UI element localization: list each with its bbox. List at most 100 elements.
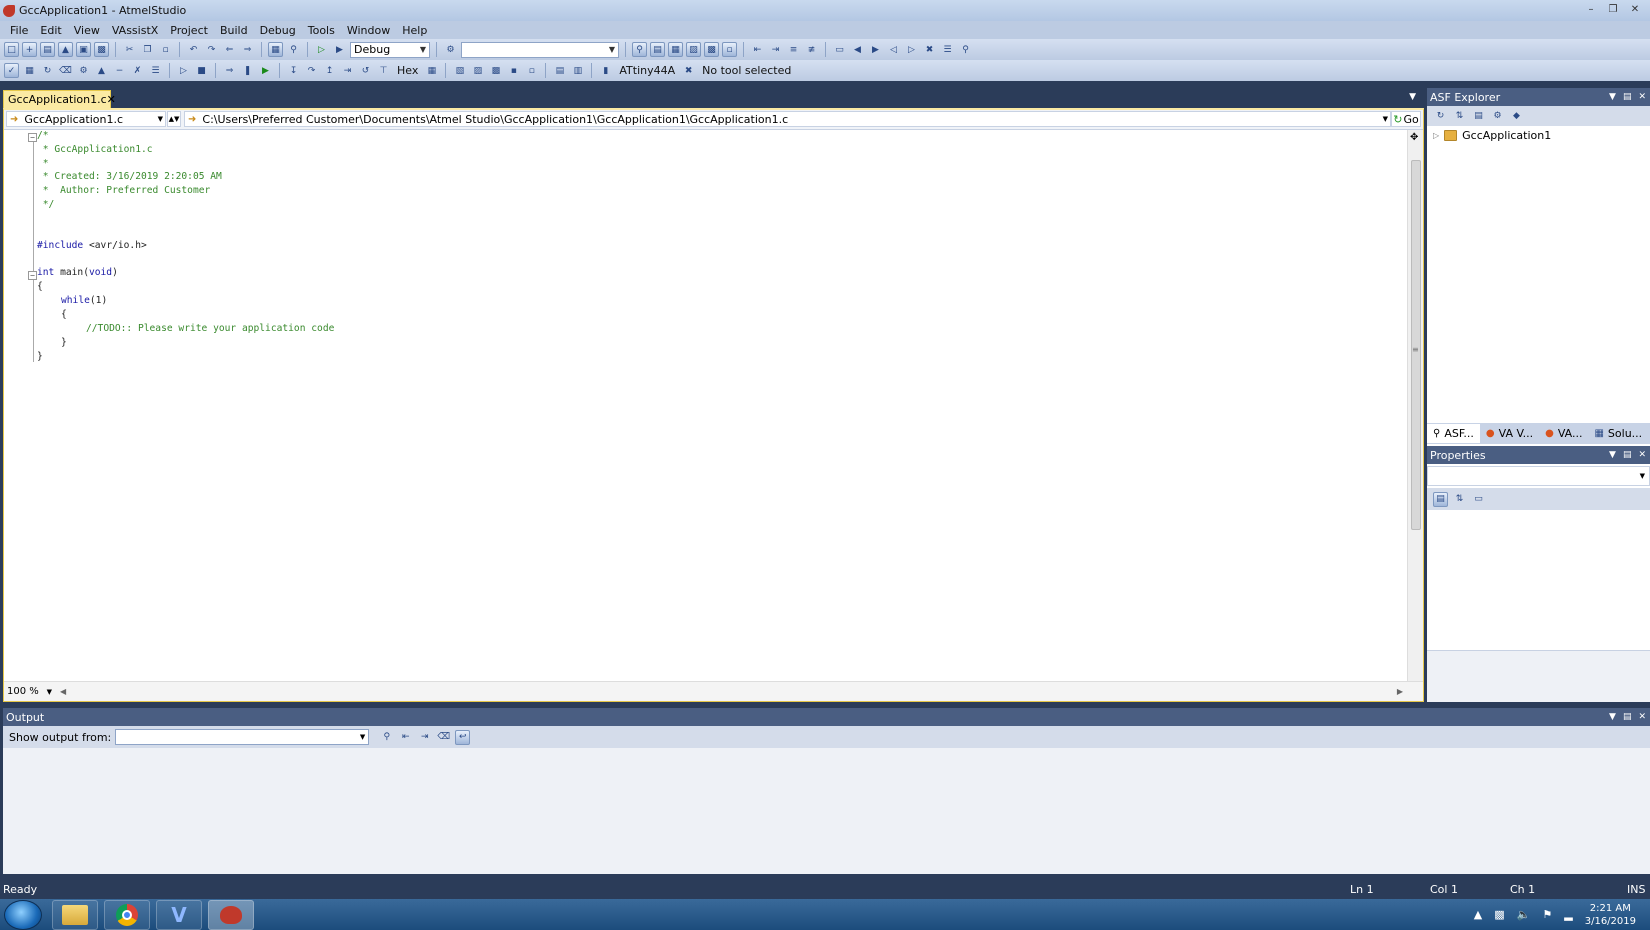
tab-va-view[interactable]: ● VA V...	[1480, 424, 1539, 443]
output-text-area[interactable]	[3, 748, 1650, 874]
toolbox-icon[interactable]: ▨	[686, 42, 701, 57]
deploy-icon[interactable]: ▲	[94, 63, 109, 78]
new-project-icon[interactable]: □	[4, 42, 19, 57]
property-pages-icon[interactable]: ▭	[1471, 492, 1486, 507]
paste-icon[interactable]: ▫	[158, 42, 173, 57]
find-in-files-icon[interactable]: ⚲	[632, 42, 647, 57]
refresh-icon[interactable]: ↻	[1433, 109, 1448, 124]
uncomment-icon[interactable]: ≢	[804, 42, 819, 57]
layout-icon[interactable]: ▤	[552, 63, 567, 78]
path-combo[interactable]: ➜ C:\Users\Preferred Customer\Documents\…	[184, 111, 1391, 127]
file-combo[interactable]: ➜ GccApplication1.c ▼	[6, 111, 166, 127]
word-wrap-icon[interactable]: ↩	[455, 729, 471, 745]
bookmark-prev-folder-icon[interactable]: ◁	[886, 42, 901, 57]
tab-dropdown-icon[interactable]: ▼	[1409, 92, 1416, 102]
taskbar-explorer[interactable]	[52, 900, 98, 930]
close-icon[interactable]: ✕	[1638, 712, 1646, 722]
taskbar-chrome[interactable]	[104, 900, 150, 930]
pin-icon[interactable]: ▤	[1623, 450, 1632, 460]
start-button[interactable]	[4, 900, 42, 930]
bookmark-prev-icon[interactable]: ◀	[850, 42, 865, 57]
code-text-area[interactable]: − − /* * GccApplication1.c * * Created: …	[4, 130, 1409, 682]
menu-file[interactable]: File	[4, 24, 34, 37]
build-options-icon[interactable]: ☰	[148, 63, 163, 78]
restart-icon[interactable]: ⊤	[376, 63, 391, 78]
collapse-comment-icon[interactable]: −	[28, 133, 37, 142]
device-label[interactable]: ATtiny44A	[616, 64, 678, 77]
start-debug-break-icon[interactable]: ▷	[176, 63, 191, 78]
tab-solution-explorer[interactable]: ▦ Solu...	[1588, 424, 1648, 443]
extension-manager-icon[interactable]: ▩	[704, 42, 719, 57]
stop-debugging-icon[interactable]: ■	[194, 63, 209, 78]
properties-icon[interactable]: ▤	[1471, 109, 1486, 124]
scroll-right-icon[interactable]: ▶	[1397, 687, 1403, 696]
clock[interactable]: 2:21 AM 3/16/2019	[1585, 902, 1636, 928]
volume-icon[interactable]: 🔈	[1517, 908, 1531, 921]
categorized-icon[interactable]: ▤	[1433, 491, 1448, 507]
solution-icon[interactable]: ▦	[268, 42, 283, 57]
windows-icon[interactable]: ▦	[424, 63, 439, 78]
processor-icon[interactable]: ▪	[506, 63, 521, 78]
output-source-combo[interactable]: ▼	[115, 729, 370, 745]
vertical-scrollbar[interactable]: ✥ ≡	[1407, 130, 1423, 682]
navigate-forward-icon[interactable]: ⇒	[240, 42, 255, 57]
hex-toggle[interactable]: Hex	[394, 64, 421, 77]
panel-menu-icon[interactable]: ▼	[1609, 450, 1616, 460]
menu-edit[interactable]: Edit	[34, 24, 67, 37]
tool-label[interactable]: No tool selected	[699, 64, 794, 77]
panel-menu-icon[interactable]: ▼	[1609, 92, 1616, 102]
cut-icon[interactable]: ✂	[122, 42, 137, 57]
tab-gccapplication1-c[interactable]: GccApplication1.c ✕	[3, 90, 116, 108]
menu-debug[interactable]: Debug	[254, 24, 302, 37]
build-solution-icon[interactable]: ▦	[22, 63, 37, 78]
build-icon[interactable]: ✓	[4, 63, 19, 78]
reset-icon[interactable]: ↺	[358, 63, 373, 78]
registers-icon[interactable]: ▨	[470, 63, 485, 78]
bookmark-list-icon[interactable]: ☰	[940, 42, 955, 57]
go-button[interactable]: ↻ Go	[1391, 111, 1421, 127]
bookmark-toggle-icon[interactable]: ▭	[832, 42, 847, 57]
menu-project[interactable]: Project	[164, 24, 214, 37]
taskbar-atmel-studio[interactable]	[208, 900, 254, 930]
cancel-build-icon[interactable]: ✗	[130, 63, 145, 78]
menu-tools[interactable]: Tools	[302, 24, 341, 37]
chip-icon[interactable]: ▮	[598, 63, 613, 78]
menu-window[interactable]: Window	[341, 24, 396, 37]
minimize-button[interactable]: –	[1582, 2, 1600, 16]
configuration-combo[interactable]: Debug ▼	[350, 41, 430, 58]
navigate-back-icon[interactable]: ⇐	[222, 42, 237, 57]
alphabetical-icon[interactable]: ⇅	[1452, 492, 1467, 507]
zoom-icon[interactable]: ⚲	[958, 42, 973, 57]
break-all-icon[interactable]: ❚	[240, 63, 255, 78]
pin-icon[interactable]: ▤	[1623, 92, 1632, 102]
clean-icon[interactable]: ⌫	[58, 63, 73, 78]
tool-icon[interactable]: ✖	[681, 63, 696, 78]
expand-arrow-icon[interactable]: ▷	[1433, 131, 1439, 140]
taskbar-visual-studio[interactable]: V	[156, 900, 202, 930]
watch-icon[interactable]: ▫	[524, 63, 539, 78]
compile-icon[interactable]: ⚙	[76, 63, 91, 78]
module-icon[interactable]: ⚙	[1490, 109, 1505, 124]
copy-icon[interactable]: ❐	[140, 42, 155, 57]
start-page-icon[interactable]: ▫	[722, 42, 737, 57]
wizard-icon[interactable]: ◆	[1509, 109, 1524, 124]
zoom-combo[interactable]: 100 % ▼	[4, 684, 54, 700]
close-icon[interactable]: ✕	[1638, 450, 1646, 460]
indent-decrease-icon[interactable]: ⇤	[750, 42, 765, 57]
panel-menu-icon[interactable]: ▼	[1609, 712, 1616, 722]
memory-icon[interactable]: ▧	[452, 63, 467, 78]
show-hidden-icons-icon[interactable]: ▲	[1474, 908, 1482, 921]
menu-build[interactable]: Build	[214, 24, 254, 37]
save-all-icon[interactable]: ▩	[94, 42, 109, 57]
rebuild-icon[interactable]: ↻	[40, 63, 55, 78]
show-next-statement-icon[interactable]: ⇒	[222, 63, 237, 78]
new-file-icon[interactable]: ▤	[40, 42, 55, 57]
start-without-debugging-icon[interactable]: ▶	[332, 42, 347, 57]
object-selector-combo[interactable]: ▼	[1427, 466, 1650, 486]
menu-view[interactable]: View	[68, 24, 106, 37]
open-folder-icon[interactable]: ▲	[58, 42, 73, 57]
tab-va-outline[interactable]: ● VA...	[1539, 424, 1588, 443]
bookmark-next-folder-icon[interactable]: ▷	[904, 42, 919, 57]
flag-icon[interactable]: ⚑	[1542, 908, 1552, 921]
disassembly-icon[interactable]: −	[112, 63, 127, 78]
